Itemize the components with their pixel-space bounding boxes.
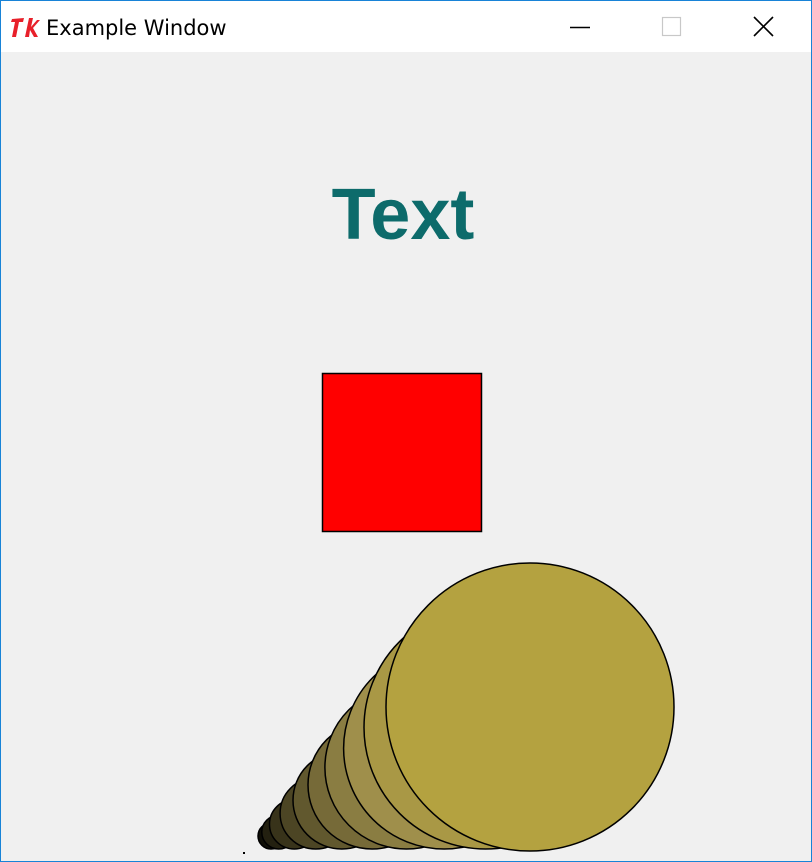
minimize-button[interactable] (533, 1, 625, 52)
circle-trail-origin-dot (243, 852, 245, 854)
canvas-text-label: Text (332, 175, 475, 255)
drawing-canvas[interactable]: Text (1, 52, 811, 861)
tk-feather-icon (10, 15, 40, 41)
example-window: Example Window Text (0, 0, 812, 862)
close-icon (753, 16, 774, 37)
red-square (321, 372, 483, 533)
minimize-icon (570, 26, 590, 29)
trail-circle (385, 562, 675, 852)
maximize-button[interactable] (625, 1, 717, 52)
window-title: Example Window (46, 16, 227, 40)
circle-trail (243, 562, 675, 854)
close-button[interactable] (717, 1, 809, 52)
maximize-icon (661, 16, 682, 37)
title-bar[interactable]: Example Window (1, 1, 811, 52)
